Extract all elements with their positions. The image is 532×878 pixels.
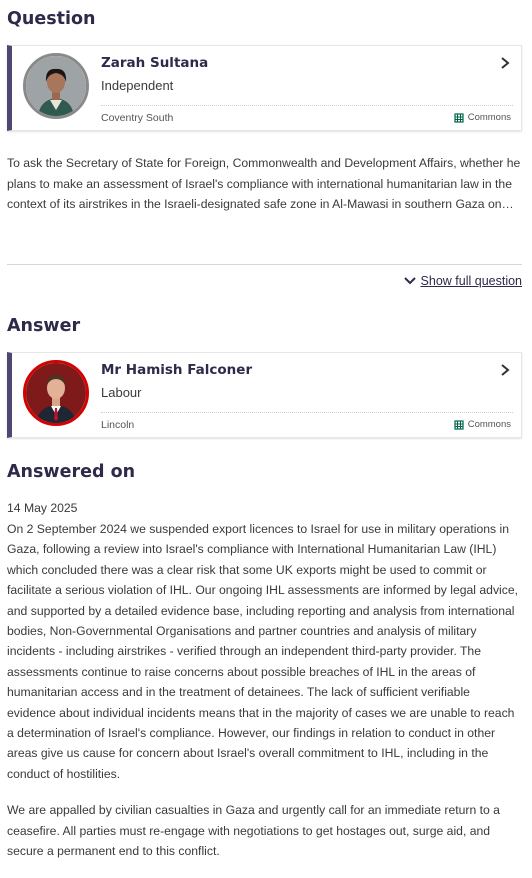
- member-name[interactable]: Mr Hamish Falconer: [101, 362, 252, 378]
- answer-paragraph: On 2 September 2024 we suspended export …: [7, 522, 519, 781]
- house-badge: Commons: [454, 112, 511, 123]
- member-party: Independent: [101, 78, 174, 93]
- card-divider: [101, 105, 513, 106]
- section-divider: [7, 264, 522, 265]
- answer-heading: Answer: [7, 316, 81, 336]
- member-avatar: [23, 53, 89, 119]
- portcullis-icon: [454, 419, 464, 430]
- house-label: Commons: [467, 419, 511, 430]
- question-heading: Question: [7, 9, 96, 29]
- answer-date: 14 May 2025: [7, 501, 78, 515]
- chevron-down-icon: [403, 277, 416, 285]
- show-full-question-link[interactable]: Show full question: [403, 274, 522, 288]
- card-divider: [101, 412, 513, 413]
- member-name[interactable]: Zarah Sultana: [101, 55, 208, 71]
- answer-member-card[interactable]: Mr Hamish Falconer Labour Lincoln Common…: [7, 352, 522, 438]
- portcullis-icon: [454, 112, 464, 123]
- question-text: To ask the Secretary of State for Foreig…: [7, 156, 521, 211]
- house-badge: Commons: [454, 419, 511, 430]
- answer-text: On 2 September 2024 we suspended export …: [7, 519, 522, 878]
- member-constituency: Coventry South: [101, 112, 174, 124]
- member-constituency: Lincoln: [101, 419, 135, 431]
- question-member-card[interactable]: Zarah Sultana Independent Coventry South…: [7, 45, 522, 131]
- chevron-right-icon[interactable]: [499, 363, 511, 377]
- answered-on-heading: Answered on: [7, 462, 136, 482]
- chevron-right-icon[interactable]: [499, 56, 511, 70]
- house-label: Commons: [467, 112, 511, 123]
- answer-paragraph: We are appalled by civilian casualties i…: [7, 803, 500, 859]
- member-party: Labour: [101, 385, 142, 400]
- member-avatar: [23, 360, 89, 426]
- show-full-question-label[interactable]: Show full question: [421, 274, 522, 288]
